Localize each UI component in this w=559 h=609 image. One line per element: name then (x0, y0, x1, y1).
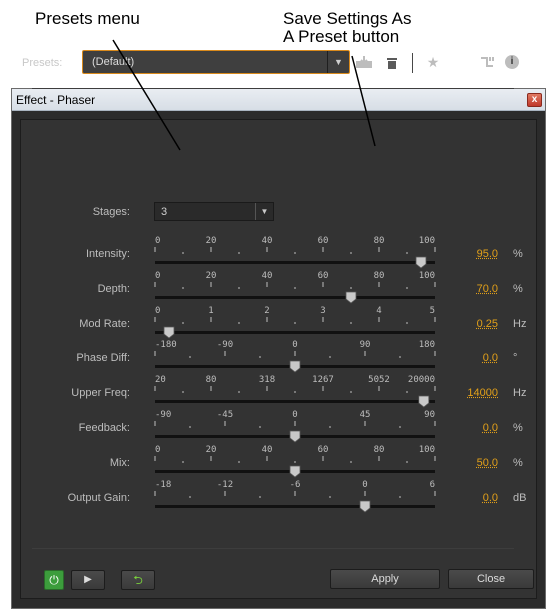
mod-rate-tick-label: 1 (208, 306, 213, 316)
phase-diff-tick-label: 90 (360, 340, 371, 350)
upper-freq-slider-thumb[interactable] (418, 395, 430, 408)
parameter-sliders: 0 20 40 60 80 1000 20 40 60 80 1000 1 2 3 4 5-180 -90 0 90… (154, 236, 436, 513)
feedback-slider-thumb[interactable] (289, 430, 301, 443)
feedback-tick-label: -90 (155, 410, 171, 420)
mod-rate-tick-label: 0 (155, 306, 160, 316)
depth-tick-label: 80 (374, 271, 385, 281)
mod-rate-slider-thumb[interactable] (163, 326, 175, 339)
intensity-tick-label: 80 (374, 236, 385, 246)
intensity-tick-label: 40 (262, 236, 273, 246)
feedback-tick-label: -45 (217, 410, 233, 420)
phase-diff-tick-label: 0 (292, 340, 297, 350)
output-gain-tick-label: -6 (290, 480, 301, 490)
preview-play-button[interactable]: ▶ (71, 570, 105, 590)
mix-tick-label: 20 (206, 445, 217, 455)
close-button[interactable]: Close (448, 569, 534, 589)
mod-rate-tick-label: 5 (430, 306, 435, 316)
power-icon: ⏻ (49, 573, 59, 587)
feedback-tick-label: 90 (424, 410, 435, 420)
intensity-tick-label: 0 (155, 236, 160, 246)
phase-diff-slider-thumb[interactable] (289, 360, 301, 373)
output-gain-tick-label: 0 (362, 480, 367, 490)
depth-tick-label: 60 (318, 271, 329, 281)
intensity-tick-label: 100 (419, 236, 435, 246)
intensity-slider-thumb[interactable] (415, 256, 427, 269)
mod-rate-tick-label: 4 (376, 306, 381, 316)
power-toggle-button[interactable]: ⏻ (44, 570, 64, 590)
output-gain-tick-label: 6 (430, 480, 435, 490)
apply-button[interactable]: Apply (330, 569, 440, 589)
intensity-slider-track[interactable] (155, 261, 435, 264)
depth-tick-label: 20 (206, 271, 217, 281)
output-gain-tick-label: -18 (155, 480, 171, 490)
upper-freq-tick-label: 318 (259, 375, 275, 385)
phase-diff-tick-label: -90 (217, 340, 233, 350)
footer-divider (32, 548, 514, 549)
mod-rate-tick-label: 3 (320, 306, 325, 316)
upper-freq-tick-label: 5052 (368, 375, 390, 385)
upper-freq-tick-label: 20 (155, 375, 166, 385)
output-gain-slider-thumb[interactable] (359, 500, 371, 513)
mix-tick-label: 40 (262, 445, 273, 455)
intensity-tick-label: 60 (318, 236, 329, 246)
mix-tick-label: 100 (419, 445, 435, 455)
loop-icon: ⮌ (133, 573, 143, 587)
upper-freq-tick-label: 80 (206, 375, 217, 385)
upper-freq-slider-track[interactable] (155, 400, 435, 403)
depth-tick-label: 100 (419, 271, 435, 281)
depth-slider-thumb[interactable] (345, 291, 357, 304)
loop-toggle-button[interactable]: ⮌ (121, 570, 155, 590)
upper-freq-tick-label: 1267 (312, 375, 334, 385)
depth-tick-label: 40 (262, 271, 273, 281)
mix-tick-label: 80 (374, 445, 385, 455)
phase-diff-tick-label: 180 (419, 340, 435, 350)
feedback-tick-label: 45 (360, 410, 371, 420)
mix-tick-label: 60 (318, 445, 329, 455)
depth-tick-label: 0 (155, 271, 160, 281)
phase-diff-tick-label: -180 (155, 340, 177, 350)
play-icon: ▶ (84, 574, 92, 585)
output-gain-slider-track[interactable] (155, 505, 435, 508)
intensity-tick-label: 20 (206, 236, 217, 246)
depth-slider-track[interactable] (155, 296, 435, 299)
mix-slider-thumb[interactable] (289, 465, 301, 478)
mod-rate-tick-label: 2 (264, 306, 269, 316)
output-gain-tick-label: -12 (217, 480, 233, 490)
mod-rate-slider-track[interactable] (155, 331, 435, 334)
upper-freq-tick-label: 20000 (408, 375, 435, 385)
feedback-tick-label: 0 (292, 410, 297, 420)
mix-tick-label: 0 (155, 445, 160, 455)
